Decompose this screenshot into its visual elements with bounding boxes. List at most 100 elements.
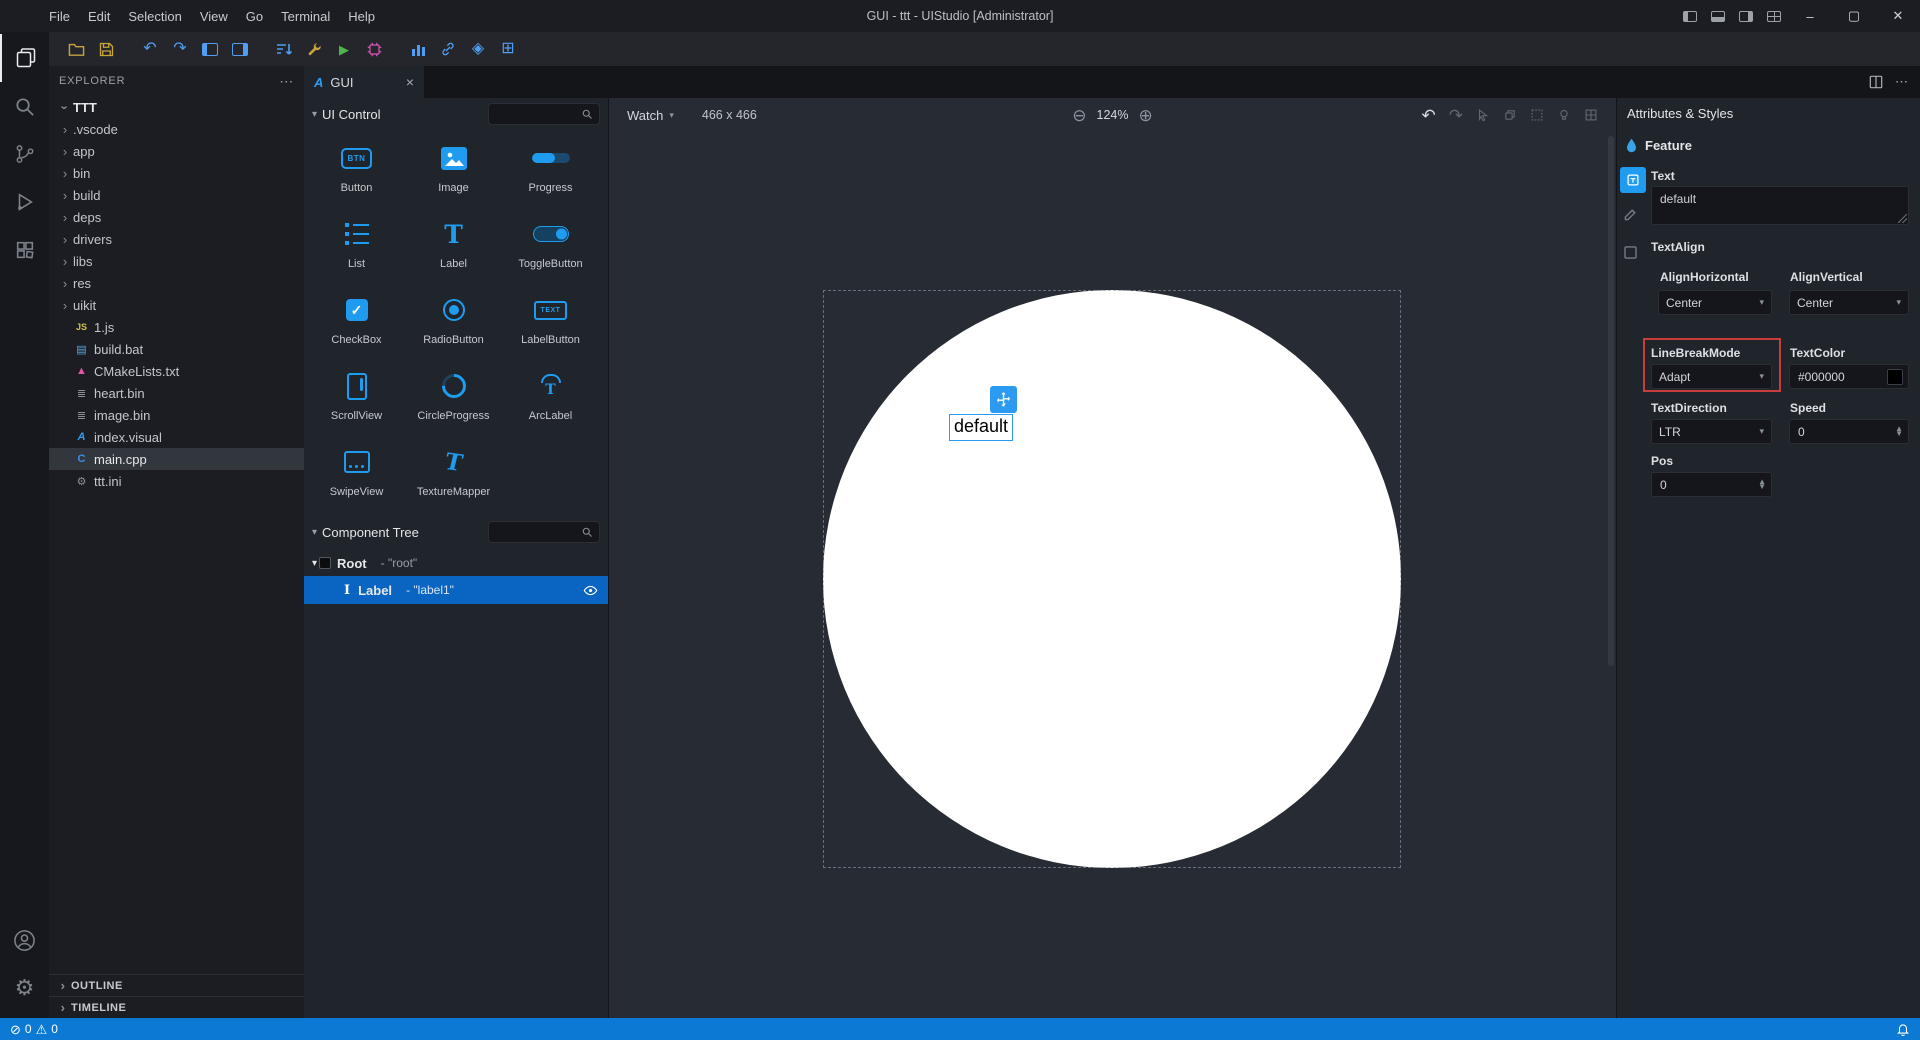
format-sort-icon[interactable] [271,36,297,62]
visual-designer-icon[interactable]: ◈ [465,36,491,62]
split-editor-icon[interactable] [1869,75,1883,89]
control-checkbox[interactable]: ✓ CheckBox [308,288,405,364]
problems-indicator[interactable]: ⊘ 0 ⚠ 0 [10,1022,58,1036]
control-progress[interactable]: Progress [502,136,599,212]
stepper-arrows-icon[interactable]: ▲ ▼ [1758,477,1766,490]
menu-terminal[interactable]: Terminal [272,9,339,24]
customize-layout-icon[interactable] [1760,0,1788,32]
textdirection-select[interactable]: LTR ▾ [1651,419,1772,444]
component-tree-header[interactable]: ▾ Component Tree [304,516,608,548]
layout-right-icon[interactable] [227,36,253,62]
search-icon[interactable] [0,82,49,130]
stepper-arrows-icon[interactable]: ▲ ▼ [1895,424,1903,437]
folder-build[interactable]: › build [49,184,304,206]
save-icon[interactable] [93,36,119,62]
folder-libs[interactable]: › libs [49,250,304,272]
control-scrollview[interactable]: ScrollView [308,364,405,440]
tree-node-root[interactable]: ▾ Root - "root" [304,550,608,576]
link-icon[interactable] [435,36,461,62]
maximize-button[interactable]: ▢ [1832,0,1876,32]
file-maincpp[interactable]: Cmain.cpp [49,448,304,470]
undo-icon[interactable]: ↶ [1422,107,1436,124]
zoom-in-icon[interactable]: ⊕ [1138,107,1152,124]
design-canvas[interactable]: Watch ▾ 466 x 466 ⊖ 124% ⊕ ↶ ↷ default [609,98,1616,1018]
control-texturemapper[interactable]: T TextureMapper [405,440,502,516]
select-cursor-icon[interactable] [1476,108,1490,122]
selected-label-widget[interactable]: default [949,414,1014,441]
color-swatch[interactable] [1887,368,1903,385]
folder-drivers[interactable]: › drivers [49,228,304,250]
component-tree-search-input[interactable] [488,521,600,543]
extensions-icon[interactable] [0,226,49,274]
folder-res[interactable]: › res [49,272,304,294]
ui-control-search-input[interactable] [488,103,600,125]
toggle-sidebar-icon[interactable] [1676,0,1704,32]
folder-deps[interactable]: › deps [49,206,304,228]
folder-app[interactable]: › app [49,140,304,162]
align-vertical-select[interactable]: Center ▾ [1789,290,1909,315]
frame-icon[interactable] [1530,108,1544,122]
zoom-out-icon[interactable]: ⊖ [1072,107,1086,124]
text-attributes-tab[interactable] [1620,167,1646,193]
file-tttini[interactable]: ⚙ ttt.ini [49,470,304,492]
tree-root-ttt[interactable]: › TTT [49,96,304,118]
source-control-icon[interactable] [0,130,49,178]
linebreakmode-select[interactable]: Adapt ▾ [1651,364,1772,389]
control-list[interactable]: List [308,212,405,288]
tree-node-label1[interactable]: I Label - "label1" [304,576,608,604]
menu-selection[interactable]: Selection [119,9,190,24]
redo-icon[interactable]: ↷ [1449,107,1463,124]
menu-help[interactable]: Help [339,9,384,24]
toggle-panel-icon[interactable] [1704,0,1732,32]
build-wrench-icon[interactable] [301,36,327,62]
close-button[interactable]: ✕ [1876,0,1920,32]
menu-edit[interactable]: Edit [79,9,119,24]
undo-icon[interactable]: ↶ [137,36,163,62]
visibility-eye-icon[interactable] [583,583,598,598]
tab-close-icon[interactable]: × [406,74,414,90]
file-heartbin[interactable]: ≣ heart.bin [49,382,304,404]
minimize-button[interactable]: – [1788,0,1832,32]
file-indexvisual[interactable]: Aindex.visual [49,426,304,448]
outline-section[interactable]: › OUTLINE [49,974,304,996]
settings-gear-icon[interactable]: ⚙ [0,964,49,1012]
speed-input[interactable]: 0 ▲ ▼ [1789,419,1909,444]
redo-icon[interactable]: ↷ [167,36,193,62]
open-folder-icon[interactable] [63,36,89,62]
text-value-input[interactable]: default [1651,186,1909,225]
align-horizontal-select[interactable]: Center ▾ [1658,290,1772,315]
move-handle-icon[interactable] [990,386,1017,413]
more-actions-icon[interactable]: ⋯ [1895,74,1908,90]
tab-gui[interactable]: A GUI × [304,66,424,98]
file-buildbat[interactable]: ▤ build.bat [49,338,304,360]
bulb-icon[interactable] [1557,108,1571,122]
folder-vscode[interactable]: › .vscode [49,118,304,140]
device-select[interactable]: Watch ▾ [627,108,674,123]
canvas-vertical-scrollbar[interactable] [1608,136,1614,666]
pos-input[interactable]: 0 ▲ ▼ [1651,472,1772,497]
textcolor-input[interactable]: #000000 [1789,364,1909,389]
ui-control-header[interactable]: ▾ UI Control [304,98,608,130]
timeline-section[interactable]: › TIMELINE [49,996,304,1018]
notifications-bell-icon[interactable] [1896,1022,1910,1036]
resize-grip-icon[interactable] [1898,214,1907,223]
control-circleprogress[interactable]: CircleProgress [405,364,502,440]
control-togglebutton[interactable]: ToggleButton [502,212,599,288]
control-label[interactable]: T Label [405,212,502,288]
menu-view[interactable]: View [191,9,237,24]
flash-device-icon[interactable] [361,36,387,62]
profiler-chart-icon[interactable] [405,36,431,62]
control-radiobutton[interactable]: RadioButton [405,288,502,364]
toggle-secondary-sidebar-icon[interactable] [1732,0,1760,32]
grid-icon[interactable] [1584,108,1598,122]
explorer-pages-icon[interactable] [0,34,49,82]
style-attributes-tab[interactable] [1622,206,1639,223]
control-image[interactable]: Image [405,136,502,212]
control-button[interactable]: BTN Button [308,136,405,212]
explorer-more-icon[interactable]: ⋯ [279,73,294,90]
layout-left-icon[interactable] [197,36,223,62]
folder-uikit[interactable]: › uikit [49,294,304,316]
account-icon[interactable] [0,916,49,964]
control-arclabel[interactable]: T ArcLabel [502,364,599,440]
file-cmakelists[interactable]: ▲ CMakeLists.txt [49,360,304,382]
